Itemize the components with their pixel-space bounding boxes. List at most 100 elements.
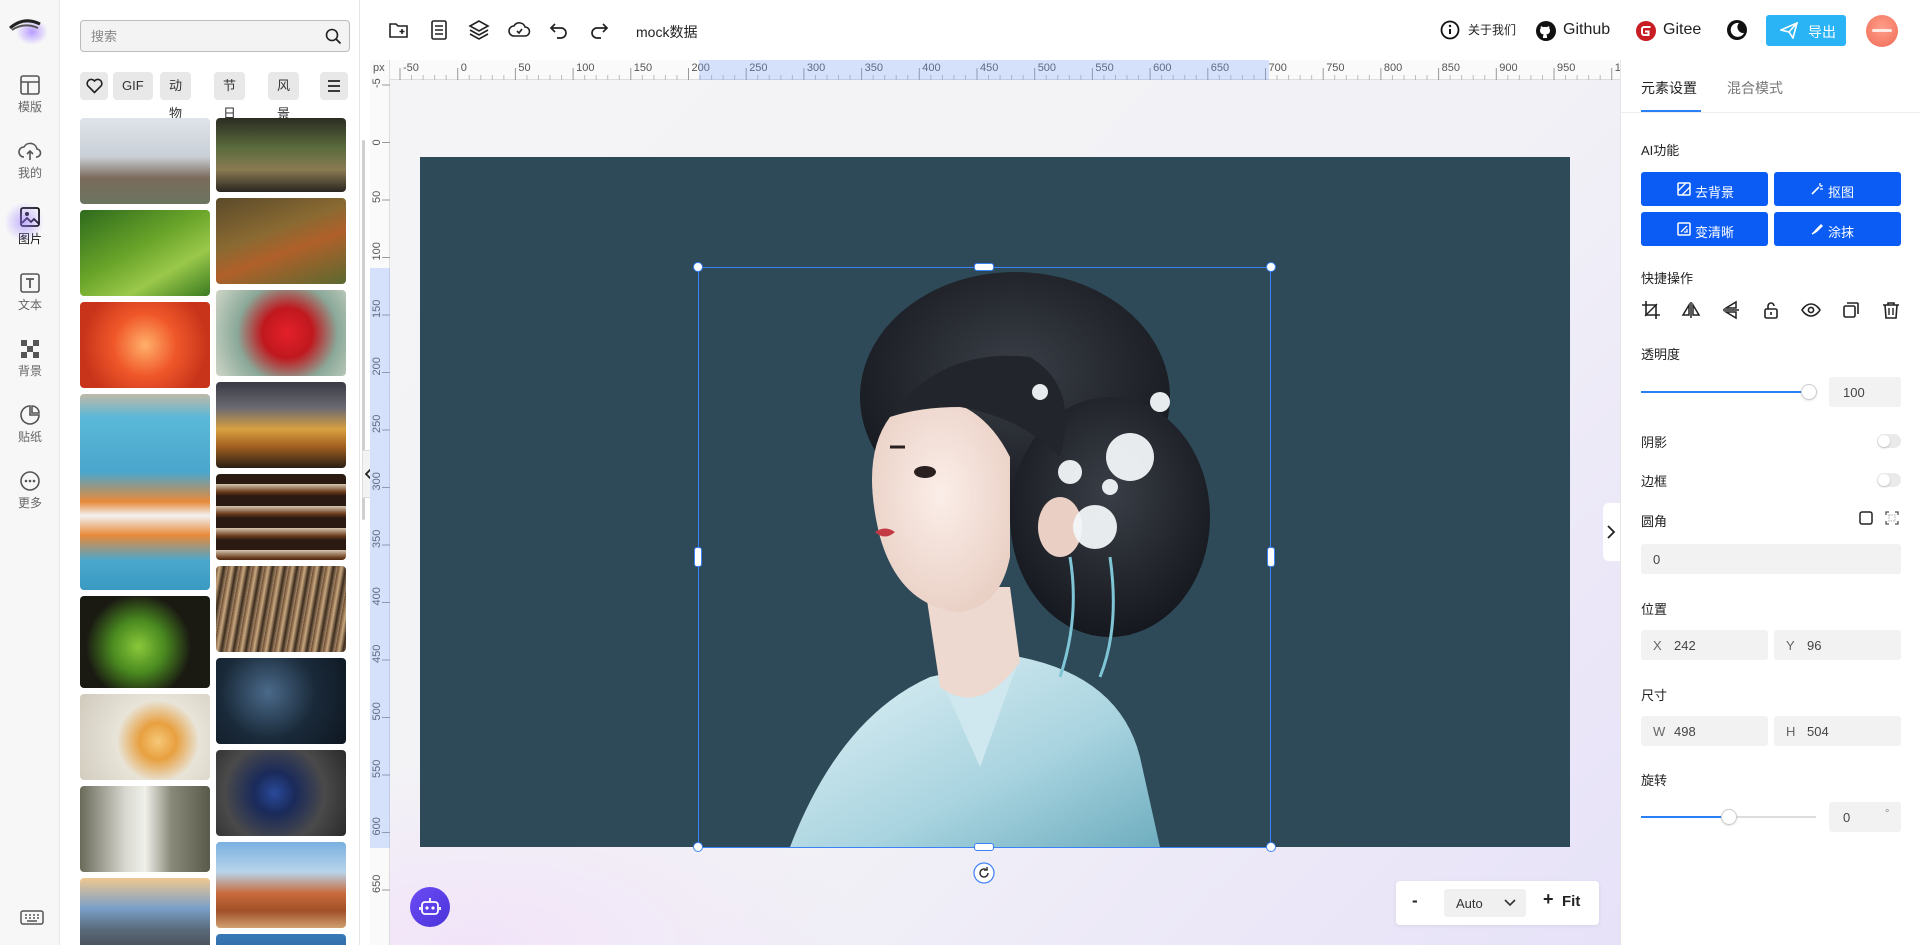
- rotation-input[interactable]: 0 °: [1829, 802, 1901, 832]
- tab-blend-mode[interactable]: 混合模式: [1727, 78, 1783, 98]
- document-icon[interactable]: [427, 18, 451, 42]
- position-x-input[interactable]: X 242: [1641, 630, 1768, 660]
- thumb-hair-texture[interactable]: [216, 566, 346, 652]
- h-value: 504: [1807, 724, 1829, 739]
- thumb-winter-road[interactable]: [80, 118, 210, 204]
- thumb-golden-mountain[interactable]: [216, 382, 346, 468]
- enhance-icon: [1677, 222, 1691, 236]
- enhance-label: 变清晰: [1695, 225, 1735, 240]
- shadow-toggle[interactable]: [1877, 434, 1901, 448]
- category-menu-button[interactable]: [320, 72, 348, 100]
- zoom-out-button[interactable]: -: [1412, 891, 1418, 911]
- tag-scenery[interactable]: 风景: [268, 72, 300, 121]
- tag-festival[interactable]: 节日: [214, 72, 246, 121]
- ruler-tick-label: 150: [634, 62, 652, 74]
- cutout-button[interactable]: 抠图: [1774, 172, 1901, 206]
- trash-icon[interactable]: [1881, 300, 1901, 320]
- uniform-radius-icon[interactable]: [1859, 511, 1873, 525]
- rail-item-mine[interactable]: 我的: [0, 132, 60, 190]
- more-icon: [20, 471, 40, 491]
- selection-box[interactable]: [698, 267, 1271, 848]
- thumb-parrot[interactable]: [80, 596, 210, 688]
- position-y-input[interactable]: Y 96: [1774, 630, 1901, 660]
- opacity-label: 透明度: [1641, 347, 1681, 362]
- new-folder-icon[interactable]: [387, 18, 411, 42]
- resize-handle-right[interactable]: [1267, 547, 1275, 567]
- crop-icon[interactable]: [1641, 300, 1661, 320]
- resource-panel: GIF 动物 节日 风景: [60, 0, 360, 945]
- eye-icon[interactable]: [1801, 300, 1821, 320]
- flip-horizontal-icon[interactable]: [1681, 300, 1701, 320]
- opacity-slider-knob[interactable]: [1802, 385, 1816, 399]
- thumb-water-texture[interactable]: [216, 658, 346, 744]
- rail-item-image[interactable]: 图片: [0, 198, 60, 256]
- properties-panel: 元素设置 混合模式 AI功能 去背景 抠图 变清晰 涂抹 快捷操作 透明度 10…: [1620, 60, 1920, 945]
- thumb-red-leaf[interactable]: [216, 290, 346, 376]
- resize-handle-bottom-right[interactable]: [1266, 842, 1276, 852]
- dark-mode-icon[interactable]: [1725, 18, 1749, 42]
- rail-item-text[interactable]: 文本: [0, 264, 60, 322]
- thumb-rose-book[interactable]: [80, 694, 210, 780]
- width-input[interactable]: W 498: [1641, 716, 1768, 746]
- individual-radius-icon[interactable]: [1885, 511, 1899, 525]
- resize-handle-top-left[interactable]: [693, 262, 703, 272]
- rail-item-background[interactable]: 背景: [0, 330, 60, 388]
- layers-icon[interactable]: [467, 18, 491, 42]
- rail-item-more[interactable]: 更多: [0, 462, 60, 520]
- thumb-suv-desert[interactable]: [216, 842, 346, 928]
- resize-handle-bottom-left[interactable]: [693, 842, 703, 852]
- ai-assistant-button[interactable]: [410, 887, 450, 927]
- thumb-rice-terraces[interactable]: [80, 210, 210, 296]
- thumb-red-flower[interactable]: [80, 302, 210, 388]
- resize-handle-top[interactable]: [974, 263, 994, 271]
- logo-icon[interactable]: [6, 8, 50, 48]
- thumb-car-interior[interactable]: [216, 118, 346, 192]
- thumb-farm-road[interactable]: [216, 198, 346, 284]
- redo-icon[interactable]: [587, 18, 611, 42]
- opacity-input[interactable]: 100: [1829, 377, 1901, 407]
- y-prefix: Y: [1786, 638, 1795, 653]
- zoom-select[interactable]: Auto: [1444, 889, 1526, 917]
- cloud-save-icon[interactable]: [507, 18, 531, 42]
- zoom-fit-button[interactable]: Fit: [1562, 893, 1580, 910]
- resize-handle-top-right[interactable]: [1266, 262, 1276, 272]
- thumb-blue-sky[interactable]: [216, 934, 346, 945]
- duplicate-icon[interactable]: [1841, 300, 1861, 320]
- rail-item-template[interactable]: 模版: [0, 66, 60, 124]
- rotation-slider-knob[interactable]: [1722, 810, 1736, 824]
- rail-item-sticker[interactable]: 贴纸: [0, 396, 60, 454]
- thumb-pool-child[interactable]: [80, 394, 210, 590]
- w-value: 498: [1674, 724, 1696, 739]
- user-avatar[interactable]: [1866, 15, 1898, 47]
- cloud-upload-icon: [18, 142, 42, 160]
- tab-element-settings[interactable]: 元素设置: [1641, 78, 1697, 98]
- resize-handle-bottom[interactable]: [974, 843, 994, 851]
- undo-icon[interactable]: [547, 18, 571, 42]
- flip-vertical-icon[interactable]: [1721, 300, 1741, 320]
- document-title[interactable]: mock数据: [636, 22, 697, 42]
- tag-gif[interactable]: GIF: [113, 72, 153, 100]
- export-button[interactable]: 导出: [1766, 15, 1846, 46]
- rotate-icon[interactable]: [973, 862, 995, 884]
- search-icon[interactable]: [325, 28, 342, 45]
- search-input[interactable]: [80, 20, 350, 52]
- resize-handle-left[interactable]: [694, 547, 702, 567]
- tag-animals[interactable]: 动物: [160, 72, 192, 121]
- thumb-waterfall[interactable]: [80, 786, 210, 872]
- favorites-tag[interactable]: [80, 72, 108, 100]
- erase-button[interactable]: 涂抹: [1774, 212, 1901, 246]
- height-input[interactable]: H 504: [1774, 716, 1901, 746]
- thumb-peacock[interactable]: [216, 750, 346, 836]
- remove-background-button[interactable]: 去背景: [1641, 172, 1768, 206]
- thumb-car-road[interactable]: [80, 878, 210, 945]
- border-toggle[interactable]: [1877, 473, 1901, 487]
- opacity-value: 100: [1843, 385, 1865, 400]
- unlock-icon[interactable]: [1761, 300, 1781, 320]
- radius-input[interactable]: 0: [1641, 544, 1901, 574]
- enhance-button[interactable]: 变清晰: [1641, 212, 1768, 246]
- collapse-right-panel-toggle[interactable]: [1603, 503, 1620, 561]
- github-icon: [1536, 21, 1556, 41]
- zoom-in-button[interactable]: +: [1543, 889, 1554, 910]
- thumb-bottle-shelf[interactable]: [216, 474, 346, 560]
- keyboard-icon[interactable]: [20, 908, 44, 926]
